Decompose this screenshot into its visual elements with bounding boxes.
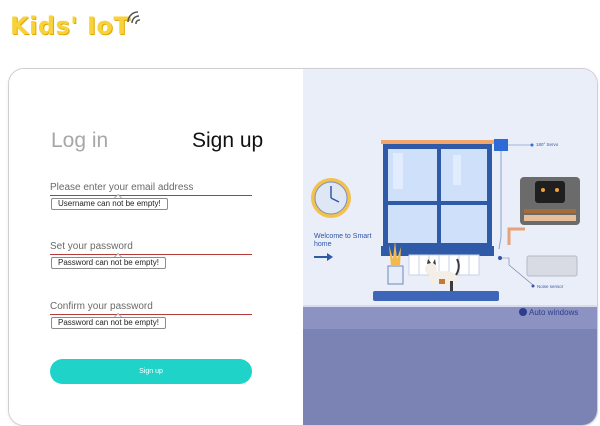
wifi-icon — [127, 11, 141, 25]
tab-login[interactable]: Log in — [51, 129, 108, 153]
microbit-board-icon — [520, 177, 580, 277]
smart-home-illustration: Welcome to Smart home 180° Servo Noise s… — [303, 69, 597, 425]
arrow-right-icon — [314, 253, 333, 261]
servo-label: 180° Servo — [536, 142, 559, 147]
clock-icon — [311, 178, 351, 218]
confirm-password-error-tooltip: Password can not be empty! — [51, 313, 166, 329]
welcome-text: Welcome to Smart home — [314, 233, 372, 248]
email-placeholder: Please enter your email address — [50, 182, 194, 193]
password-underline — [50, 254, 252, 255]
email-error-tooltip: Username can not be empty! — [51, 194, 168, 210]
email-underline — [50, 195, 252, 196]
password-field[interactable]: Set your password Password can not be em… — [50, 240, 252, 269]
tab-signup[interactable]: Sign up — [192, 129, 263, 153]
email-field[interactable]: Please enter your email address Username… — [50, 181, 252, 210]
confirm-password-underline — [50, 314, 252, 315]
logo-text: Kids' IoT — [10, 12, 131, 40]
auth-form-panel: Log in Sign up Please enter your email a… — [9, 69, 303, 425]
sign-up-button[interactable]: Sign up — [50, 359, 252, 384]
password-placeholder: Set your password — [50, 241, 133, 252]
confirm-password-placeholder: Confirm your password — [50, 301, 153, 312]
auto-windows-dot — [519, 308, 527, 316]
auth-card: Log in Sign up Please enter your email a… — [8, 68, 598, 426]
confirm-password-field[interactable]: Confirm your password Password can not b… — [50, 300, 252, 329]
noise-sensor-label: Noise sensor — [537, 284, 564, 289]
password-error-tooltip: Password can not be empty! — [51, 253, 166, 269]
auto-windows-label: Auto windows — [529, 308, 579, 317]
